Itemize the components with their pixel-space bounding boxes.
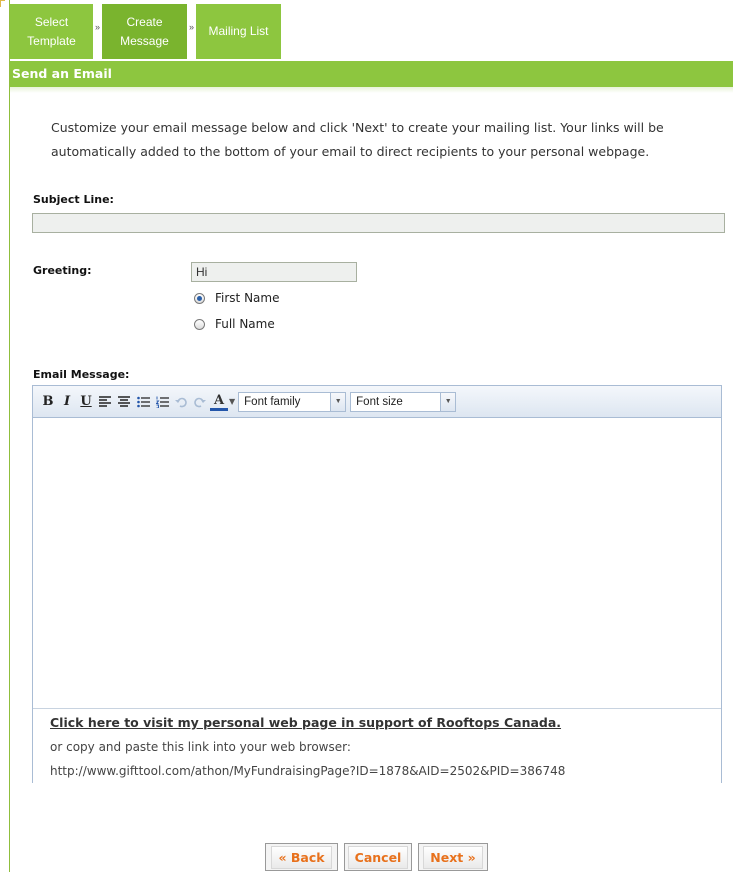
font-family-select[interactable]: Font family ▼ <box>238 391 347 412</box>
radio-first-name[interactable]: First Name <box>194 291 279 305</box>
personal-page-link[interactable]: Click here to visit my personal web page… <box>50 715 561 730</box>
editor-toolbar: B I U A ▼ Font family ▼ Font size ▼ <box>33 386 721 418</box>
message-label: Email Message: <box>33 368 130 381</box>
section-header: Send an Email <box>10 61 733 87</box>
align-center-icon[interactable] <box>115 392 133 412</box>
text-color-icon[interactable]: A <box>210 392 228 411</box>
radio-label: First Name <box>215 291 280 305</box>
greeting-label: Greeting: <box>33 264 92 277</box>
font-family-value: Font family <box>244 395 301 408</box>
redo-icon[interactable] <box>191 392 209 412</box>
greeting-input[interactable]: Hi <box>191 262 357 282</box>
header-shadow <box>10 87 733 93</box>
rich-text-editor: B I U A ▼ Font family ▼ Font size ▼ Clic… <box>32 385 722 784</box>
undo-icon[interactable] <box>172 392 190 412</box>
subject-input[interactable] <box>32 213 725 233</box>
corner-mark <box>0 0 5 7</box>
back-button-label: « Back <box>271 845 332 869</box>
bullet-list-icon[interactable] <box>134 392 152 412</box>
chevron-down-icon[interactable]: ▼ <box>330 392 346 411</box>
radio-label: Full Name <box>215 317 275 331</box>
numbered-list-icon[interactable] <box>153 392 171 412</box>
font-size-select[interactable]: Font size ▼ <box>350 391 457 412</box>
bold-icon[interactable]: B <box>39 392 57 412</box>
step-label-line1: Mailing List <box>208 24 269 38</box>
cancel-button[interactable]: Cancel <box>344 843 412 871</box>
cancel-button-label: Cancel <box>347 845 409 869</box>
left-border <box>9 0 10 872</box>
step-label-line1: Select <box>34 14 69 29</box>
font-size-value: Font size <box>356 395 403 408</box>
italic-icon[interactable]: I <box>58 392 76 412</box>
section-title: Send an Email <box>12 66 112 81</box>
subject-label: Subject Line: <box>33 193 114 206</box>
copy-instructions: or copy and paste this link into your we… <box>50 740 351 754</box>
back-button[interactable]: « Back <box>265 843 338 871</box>
step-separator-icon: » <box>189 22 195 32</box>
step-separator-icon: » <box>95 22 101 32</box>
intro-text: Customize your email message below and c… <box>51 120 664 159</box>
chevron-down-icon[interactable]: ▼ <box>229 397 235 406</box>
personal-page-url: http://www.gifttool.com/athon/MyFundrais… <box>50 764 566 778</box>
align-left-icon[interactable] <box>96 392 114 412</box>
radio-unchecked-icon[interactable] <box>194 318 205 330</box>
chevron-down-icon[interactable]: ▼ <box>440 392 456 411</box>
step-select-template[interactable]: Select Template <box>10 4 93 59</box>
step-label-line1: Create <box>126 14 163 29</box>
message-body-area[interactable] <box>33 418 721 708</box>
step-create-message[interactable]: Create Message <box>102 4 187 59</box>
next-button[interactable]: Next » <box>418 843 488 871</box>
underline-icon[interactable]: U <box>77 392 95 412</box>
next-button-label: Next » <box>423 845 483 869</box>
step-label-line2: Message <box>120 33 169 48</box>
step-mailing-list[interactable]: Mailing List <box>196 4 281 59</box>
personal-link-footer: Click here to visit my personal web page… <box>33 708 721 784</box>
step-label-line2: Template <box>27 33 76 48</box>
radio-checked-icon[interactable] <box>194 292 205 304</box>
radio-full-name[interactable]: Full Name <box>194 317 275 331</box>
